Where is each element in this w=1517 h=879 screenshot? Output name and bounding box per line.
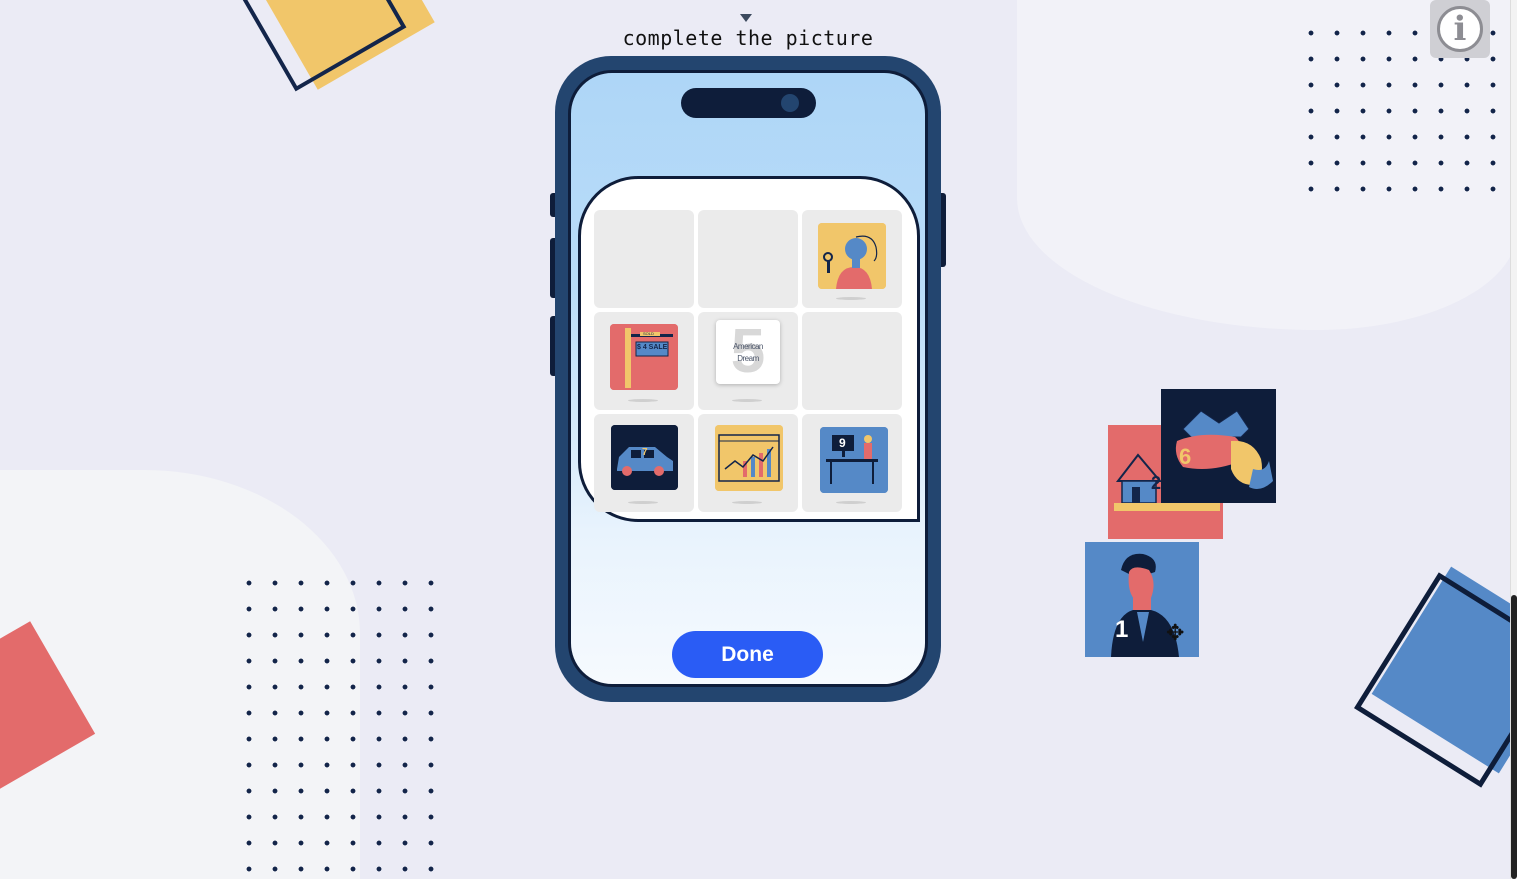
done-button[interactable]: Done — [672, 631, 823, 678]
tile-shadow — [628, 501, 658, 504]
caret-down-icon — [740, 14, 752, 22]
grid-cell[interactable]: 7 — [594, 414, 694, 512]
tile-shadow — [732, 399, 762, 402]
sold-sign-tile[interactable]: $ 4 SALE SOLD — [610, 324, 678, 390]
tile-number: 7 — [642, 447, 648, 458]
grid-cell-empty[interactable] — [698, 210, 798, 308]
grid-cell[interactable] — [698, 414, 798, 512]
piece-number: 2 — [1151, 473, 1162, 493]
hand-with-money-piece[interactable]: 6 — [1161, 389, 1276, 503]
woman-with-key-tile[interactable] — [818, 223, 886, 289]
person-at-desk-tile[interactable]: 9 — [820, 427, 888, 493]
camera-icon — [781, 94, 799, 112]
person-at-desk-icon — [820, 427, 888, 493]
tile-number: 9 — [839, 436, 846, 450]
info-icon: i — [1437, 6, 1483, 52]
instruction-title: complete the picture — [622, 26, 874, 50]
grid-cell-empty[interactable] — [802, 312, 902, 410]
dot-pattern — [236, 570, 444, 879]
growth-chart-icon — [715, 425, 783, 491]
grid-cell[interactable]: 9 — [802, 414, 902, 512]
grid-cell[interactable]: 5 American Dream — [698, 312, 798, 410]
grid-cell[interactable]: $ 4 SALE SOLD — [594, 312, 694, 410]
grid-cell[interactable] — [802, 210, 902, 308]
sold-sign-text: $ 4 SALE — [637, 344, 668, 351]
tile-shadow — [836, 501, 866, 504]
move-cursor-icon: ✥ — [1166, 620, 1185, 645]
blue-car-tile[interactable]: 7 — [611, 425, 678, 490]
sold-label: SOLD — [643, 331, 654, 336]
tile-shadow — [732, 501, 762, 504]
puzzle-grid: $ 4 SALE SOLD 5 American Dream 7 9 — [594, 210, 902, 514]
scrollbar-thumb[interactable] — [1511, 595, 1517, 879]
woman-with-key-icon — [818, 223, 886, 289]
piece-number: 1 — [1115, 616, 1129, 643]
grid-cell-empty[interactable] — [594, 210, 694, 308]
info-button[interactable]: i — [1430, 0, 1490, 58]
tile-shadow — [628, 399, 658, 402]
growth-chart-tile[interactable] — [715, 425, 783, 491]
piece-number: 6 — [1179, 444, 1192, 469]
tile-shadow — [836, 297, 866, 300]
american-dream-tile[interactable]: 5 American Dream — [716, 320, 780, 384]
american-dream-text: American Dream — [733, 342, 763, 363]
